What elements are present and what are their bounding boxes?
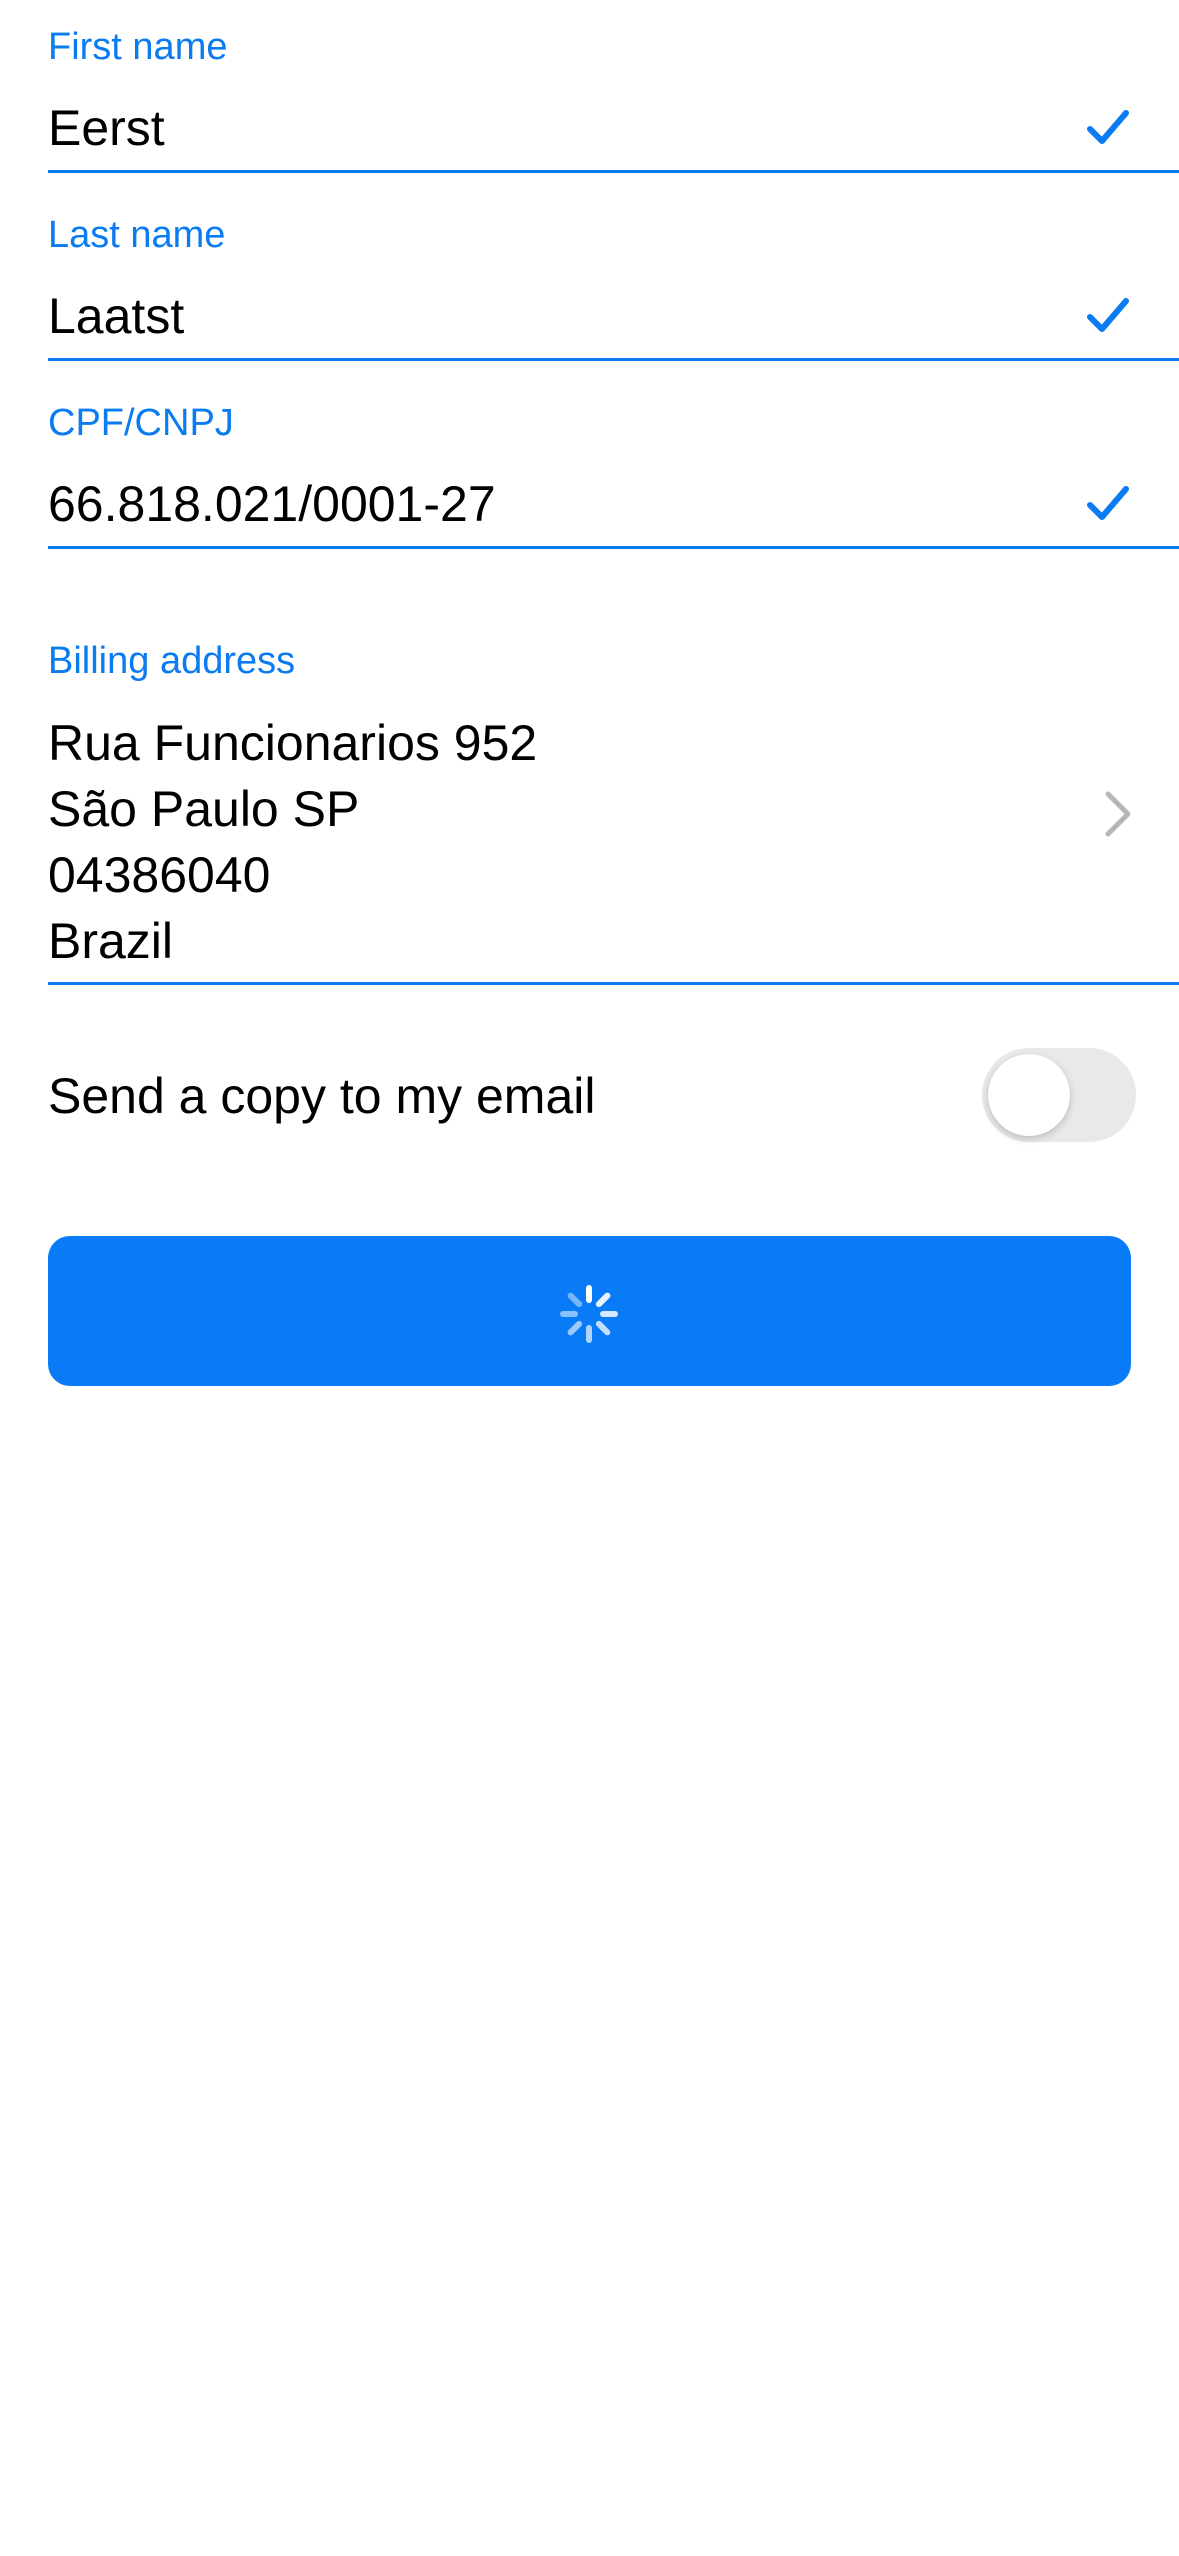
address-line: Brazil — [48, 913, 174, 969]
billing-address-underline — [48, 982, 1179, 985]
first-name-field[interactable]: First name Eerst — [48, 22, 1179, 176]
send-copy-toggle[interactable] — [982, 1048, 1136, 1142]
checkmark-icon — [1087, 486, 1129, 520]
billing-address-label: Billing address — [48, 640, 296, 682]
last-name-underline — [48, 358, 1179, 361]
last-name-input[interactable]: Laatst — [48, 286, 184, 346]
send-copy-row: Send a copy to my email — [48, 1040, 1136, 1150]
address-line: São Paulo SP — [48, 781, 360, 837]
first-name-input[interactable]: Eerst — [48, 98, 165, 158]
first-name-label: First name — [48, 26, 228, 68]
cpf-cnpj-field[interactable]: CPF/CNPJ 66.818.021/0001-27 — [48, 398, 1179, 552]
chevron-right-icon — [1105, 791, 1131, 837]
checkmark-icon — [1087, 110, 1129, 144]
spinner-icon — [560, 1285, 618, 1343]
billing-address-field[interactable]: Billing address Rua Funcionarios 952 São… — [48, 636, 1179, 990]
cpf-cnpj-input[interactable]: 66.818.021/0001-27 — [48, 474, 496, 534]
billing-address-value: Rua Funcionarios 952 São Paulo SP 043860… — [48, 710, 537, 974]
address-line: Rua Funcionarios 952 — [48, 715, 538, 771]
address-line: 04386040 — [48, 847, 271, 903]
cpf-cnpj-label: CPF/CNPJ — [48, 402, 234, 444]
toggle-knob — [988, 1054, 1070, 1136]
cpf-cnpj-underline — [48, 546, 1179, 549]
last-name-label: Last name — [48, 214, 226, 256]
send-copy-label: Send a copy to my email — [48, 1068, 596, 1124]
first-name-underline — [48, 170, 1179, 173]
last-name-field[interactable]: Last name Laatst — [48, 210, 1179, 364]
checkmark-icon — [1087, 298, 1129, 332]
